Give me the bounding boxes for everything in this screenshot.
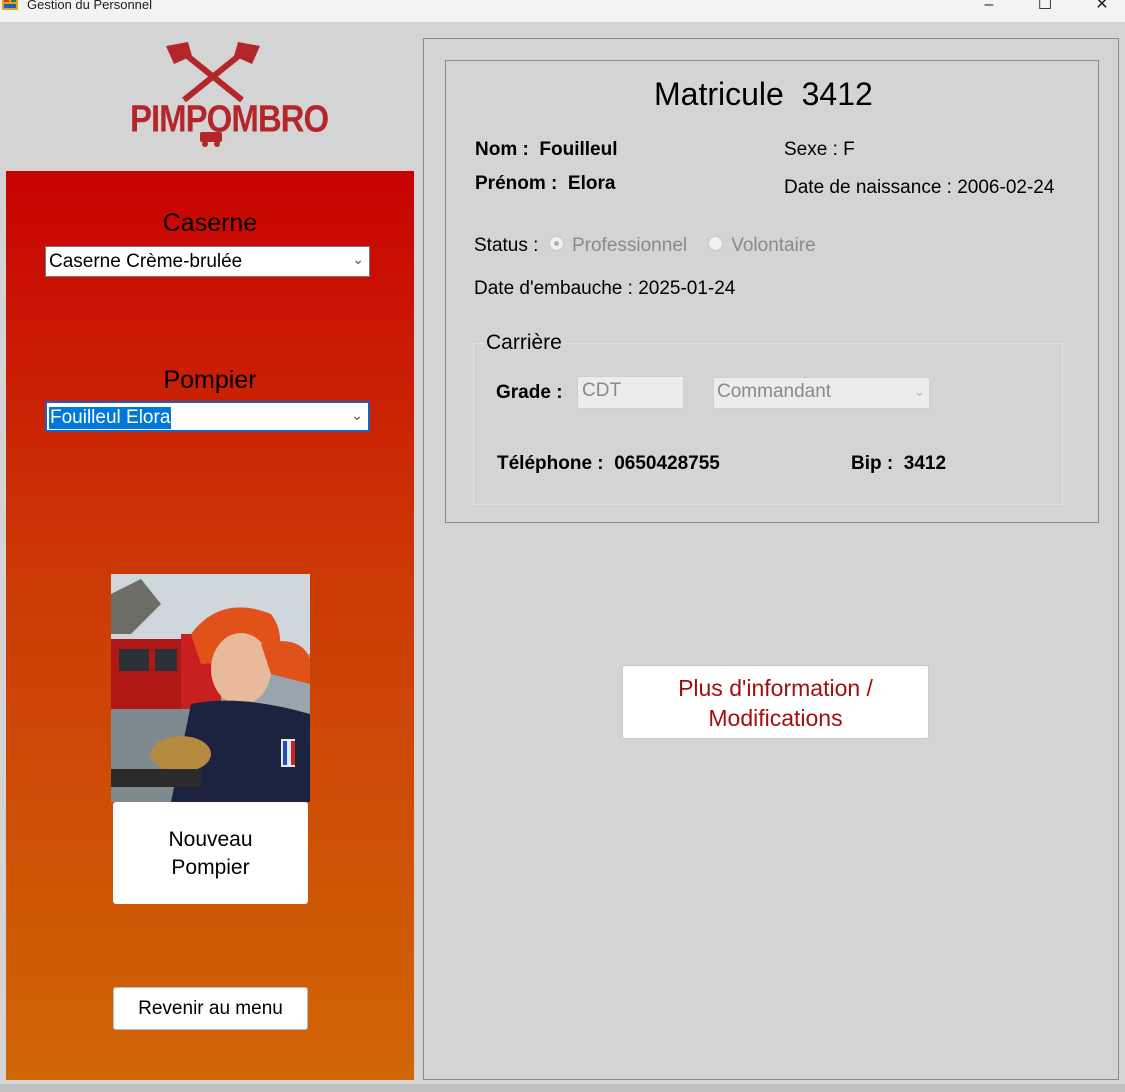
prenom-row: Prénom : Elora xyxy=(475,173,615,195)
window-title: Gestion du Personnel xyxy=(27,0,153,12)
app-icon xyxy=(2,0,18,10)
status-radio-volontaire[interactable]: Volontaire xyxy=(708,235,816,256)
naissance-label: Date de naissance : xyxy=(784,177,952,198)
close-button[interactable]: ✕ xyxy=(1092,0,1112,16)
embauche-label: Date d'embauche : xyxy=(474,278,633,299)
telephone-label: Téléphone : xyxy=(497,453,604,474)
prenom-label: Prénom : xyxy=(475,173,558,194)
matricule-value: 3412 xyxy=(801,76,873,112)
sexe-value: F xyxy=(843,139,855,160)
bip-label: Bip : xyxy=(851,453,894,474)
new-pompier-line2: Pompier xyxy=(171,856,250,879)
firefighter-photo xyxy=(111,574,310,802)
chevron-down-icon: ⌄ xyxy=(914,384,925,399)
caserne-label: Caserne xyxy=(162,209,258,237)
matricule-title: Matricule 3412 xyxy=(654,76,873,113)
embauche-row: Date d'embauche : 2025-01-24 xyxy=(474,278,735,300)
status-option-volontaire: Volontaire xyxy=(731,235,816,256)
more-info-line2: Modifications xyxy=(708,705,843,731)
sidebar: Caserne Caserne Crème-brulée ⌄ Pompier F… xyxy=(6,171,414,1080)
embauche-value: 2025-01-24 xyxy=(638,278,736,299)
carriere-legend: Carrière xyxy=(483,331,565,355)
naissance-row: Date de naissance : 2006-02-24 xyxy=(784,177,1054,199)
radio-checked-icon xyxy=(548,236,564,252)
caserne-select-value: Caserne Crème-brulée xyxy=(49,251,243,272)
status-row: Status : Professionnel Volontaire xyxy=(474,235,816,257)
telephone-row: Téléphone : 0650428755 xyxy=(497,453,720,475)
naissance-value: 2006-02-24 xyxy=(957,177,1055,198)
matricule-label: Matricule xyxy=(654,76,784,112)
more-info-button[interactable]: Plus d'information / Modifications xyxy=(622,665,929,739)
caserne-select[interactable]: Caserne Crème-brulée ⌄ xyxy=(45,246,370,277)
back-to-menu-button[interactable]: Revenir au menu xyxy=(113,987,308,1030)
pompier-label: Pompier xyxy=(163,366,257,394)
new-pompier-line1: Nouveau xyxy=(168,828,253,851)
grade-label: Grade : xyxy=(496,382,563,403)
window-titlebar: Gestion du Personnel – ☐ ✕ xyxy=(0,0,1125,22)
nom-row: Nom : Fouilleul xyxy=(475,139,618,161)
grade-select-value: Commandant xyxy=(717,381,832,402)
fire-truck-icon xyxy=(200,132,228,147)
bip-row: Bip : 3412 xyxy=(851,453,946,475)
status-radio-professionnel[interactable]: Professionnel xyxy=(548,235,688,256)
telephone-value: 0650428755 xyxy=(614,453,720,474)
prenom-value: Elora xyxy=(567,173,616,194)
grade-select[interactable]: Commandant ⌄ xyxy=(713,377,930,409)
chevron-down-icon: ⌄ xyxy=(351,407,363,423)
bip-value: 3412 xyxy=(903,453,947,474)
maximize-button[interactable]: ☐ xyxy=(1035,0,1055,16)
logo-area: PIMPOMBRO xyxy=(0,22,420,171)
chevron-down-icon: ⌄ xyxy=(352,251,364,267)
window-bottom-edge xyxy=(0,1084,1125,1092)
new-pompier-button[interactable]: Nouveau Pompier xyxy=(113,802,308,904)
sexe-row: Sexe : F xyxy=(784,139,855,161)
pompier-select-value: Fouilleul Elora xyxy=(49,407,172,429)
carriere-groupbox xyxy=(473,343,1063,505)
grade-code-field[interactable]: CDT xyxy=(577,376,684,409)
more-info-line1: Plus d'information / xyxy=(678,675,873,701)
minimize-button[interactable]: – xyxy=(979,0,999,16)
nom-value: Fouilleul xyxy=(539,139,618,160)
status-label: Status : xyxy=(474,235,539,256)
pompier-select[interactable]: Fouilleul Elora ⌄ xyxy=(45,401,370,432)
nom-label: Nom : xyxy=(475,139,529,160)
radio-unchecked-icon xyxy=(708,236,724,252)
crossed-axes-icon xyxy=(166,42,260,102)
sexe-label: Sexe : xyxy=(784,139,838,160)
status-option-professionnel: Professionnel xyxy=(571,235,688,256)
